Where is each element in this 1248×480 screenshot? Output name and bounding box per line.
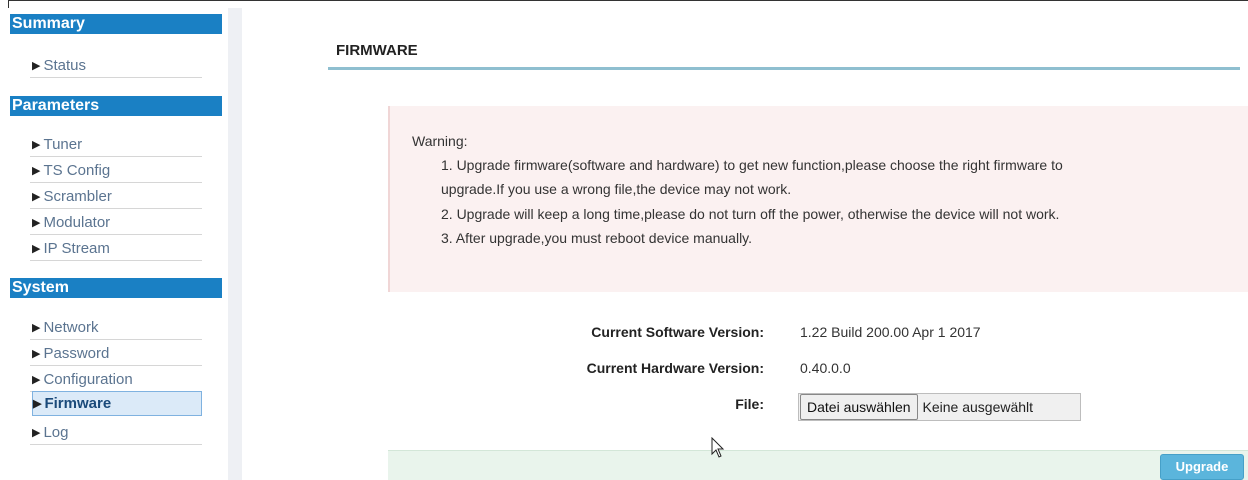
sidebar-item-configuration[interactable]: ▶ Configuration	[30, 370, 202, 392]
section-header-parameters: Parameters	[10, 96, 222, 116]
sidebar-item-label: Network	[43, 319, 99, 336]
warning-line-3: 2. Upgrade will keep a long time,please …	[441, 206, 1060, 222]
sidebar-item-label: Scrambler	[43, 188, 112, 205]
sidebar-item-label: Log	[43, 424, 69, 441]
software-version-value: 1.22 Build 200.00 Apr 1 2017	[800, 324, 981, 340]
choose-file-button[interactable]: Datei auswählen	[800, 394, 918, 420]
sidebar-item-label: TS Config	[43, 162, 111, 179]
sidebar-item-network[interactable]: ▶ Network	[30, 318, 202, 340]
warning-box	[388, 106, 1248, 292]
triangle-right-icon: ▶	[32, 165, 41, 177]
warning-line-1: 1. Upgrade firmware(software and hardwar…	[441, 157, 1063, 173]
software-version-label: Current Software Version:	[591, 324, 764, 340]
title-divider	[328, 67, 1240, 70]
triangle-right-icon: ▶	[32, 322, 41, 334]
section-header-summary: Summary	[10, 14, 222, 34]
section-header-system: System	[10, 278, 222, 298]
sidebar-item-password[interactable]: ▶ Password	[30, 344, 202, 366]
sidebar-item-label: Status	[43, 57, 86, 74]
sidebar-item-ts-config[interactable]: ▶ TS Config	[30, 161, 202, 183]
triangle-right-icon: ▶	[33, 398, 42, 410]
triangle-right-icon: ▶	[32, 427, 41, 439]
sidebar-item-label: Password	[43, 345, 110, 362]
file-status-text: Keine ausgewählt	[922, 399, 1034, 415]
triangle-right-icon: ▶	[32, 374, 41, 386]
sidebar-item-firmware[interactable]: ▶ Firmware	[32, 391, 202, 416]
sidebar-item-label: Tuner	[43, 136, 83, 153]
triangle-right-icon: ▶	[32, 243, 41, 255]
triangle-right-icon: ▶	[32, 60, 41, 72]
warning-line-2: upgrade.If you use a wrong file,the devi…	[441, 181, 792, 197]
hardware-version-label: Current Hardware Version:	[586, 360, 764, 376]
action-bar	[388, 450, 1248, 480]
upgrade-button[interactable]: Upgrade	[1160, 454, 1244, 480]
sidebar-item-scrambler[interactable]: ▶ Scrambler	[30, 187, 202, 209]
file-input[interactable]: Datei auswählen Keine ausgewählt	[798, 393, 1081, 421]
triangle-right-icon: ▶	[32, 217, 41, 229]
sidebar: Summary ▶ Status Parameters ▶ Tuner ▶ TS Co…	[8, 8, 228, 480]
sidebar-item-label: IP Stream	[43, 240, 110, 257]
sidebar-item-status[interactable]: ▶ Status	[30, 56, 202, 78]
triangle-right-icon: ▶	[32, 139, 41, 151]
triangle-right-icon: ▶	[32, 191, 41, 203]
page-title: FIRMWARE	[336, 42, 418, 59]
sidebar-item-label: Modulator	[43, 214, 111, 231]
sidebar-item-label: Configuration	[43, 371, 133, 388]
sidebar-item-modulator[interactable]: ▶ Modulator	[30, 213, 202, 235]
mouse-pointer-icon	[711, 437, 725, 458]
sidebar-item-ip-stream[interactable]: ▶ IP Stream	[30, 239, 202, 261]
warning-heading: Warning:	[412, 133, 468, 149]
sidebar-item-log[interactable]: ▶ Log	[30, 423, 202, 445]
warning-line-4: 3. After upgrade,you must reboot device …	[441, 230, 753, 246]
sidebar-item-label: Firmware	[44, 395, 112, 412]
sidebar-item-tuner[interactable]: ▶ Tuner	[30, 135, 202, 157]
file-label: File:	[735, 396, 764, 412]
hardware-version-value: 0.40.0.0	[800, 360, 851, 376]
triangle-right-icon: ▶	[32, 348, 41, 360]
